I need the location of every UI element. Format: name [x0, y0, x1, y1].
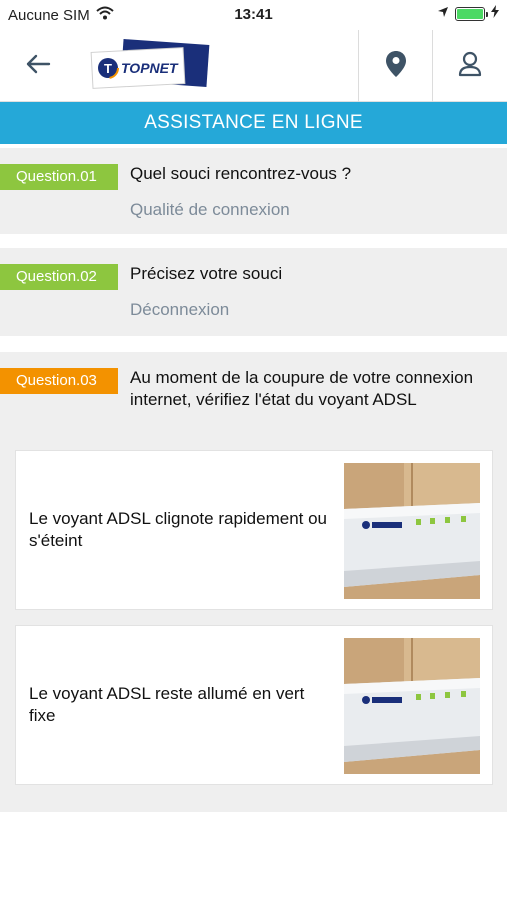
status-bar: Aucune SIM 13:41: [0, 0, 507, 30]
question-answer: Qualité de connexion: [130, 200, 290, 219]
question-text: Au moment de la coupure de votre connexi…: [130, 368, 474, 409]
router-photo: [344, 463, 480, 599]
logo-text: TOPNET: [121, 60, 179, 76]
question-block-3: Question.03 Au moment de la coupure de v…: [0, 352, 507, 812]
question-block-1[interactable]: Question.01 Quel souci rencontrez-vous ?…: [0, 148, 507, 234]
question-tag: Question.02: [0, 264, 118, 290]
user-icon: [458, 51, 482, 82]
question-answer: Déconnexion: [130, 300, 230, 319]
page-title-banner: ASSISTANCE EN LIGNE: [0, 102, 507, 144]
router-photo: [344, 638, 480, 774]
clock: 13:41: [234, 6, 273, 23]
question-tag: Question.03: [0, 368, 118, 394]
option-card[interactable]: Le voyant ADSL reste allumé en vert fixe: [15, 625, 493, 785]
option-label: Le voyant ADSL clignote rapidement ou s'…: [29, 509, 328, 550]
svg-text:T: T: [104, 61, 112, 76]
question-tag: Question.01: [0, 164, 118, 190]
topnet-logo: T TOPNET: [88, 38, 213, 94]
option-label: Le voyant ADSL reste allumé en vert fixe: [29, 684, 305, 725]
profile-button[interactable]: [432, 30, 506, 102]
option-card[interactable]: Le voyant ADSL clignote rapidement ou s'…: [15, 450, 493, 610]
location-button[interactable]: [358, 30, 432, 102]
location-arrow-icon: [437, 5, 449, 22]
question-block-2[interactable]: Question.02 Précisez votre souci Déconne…: [0, 248, 507, 336]
back-button[interactable]: [18, 46, 58, 86]
charging-bolt-icon: [491, 5, 499, 22]
question-text: Précisez votre souci: [130, 264, 283, 283]
status-right: [437, 5, 499, 22]
app-header: T TOPNET: [0, 30, 507, 102]
map-pin-icon: [385, 50, 407, 83]
battery-icon: [455, 6, 488, 21]
back-arrow-icon: [25, 54, 51, 79]
question-text: Quel souci rencontrez-vous ?: [130, 164, 352, 183]
